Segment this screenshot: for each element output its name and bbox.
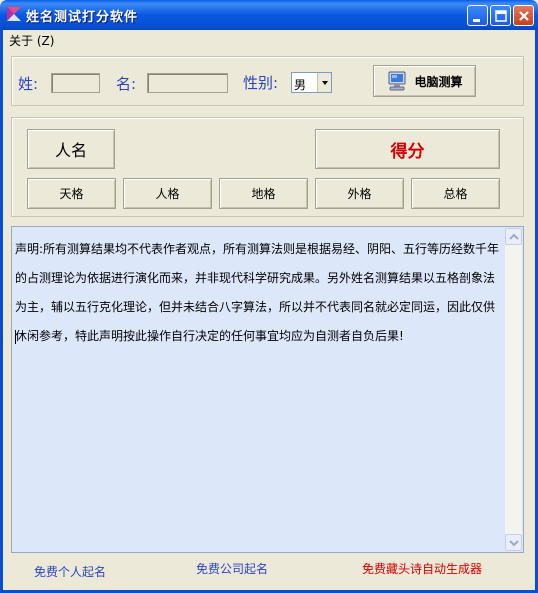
personal-naming-link[interactable]: 免费个人起名 — [34, 563, 106, 580]
name-display: 人名 — [27, 129, 115, 169]
calculate-button-label: 电脑测算 — [414, 74, 463, 89]
menu-about[interactable]: 关于 (Z) — [9, 32, 54, 49]
gender-value: 男 — [294, 78, 307, 92]
close-icon — [519, 11, 529, 21]
window-title: 姓名测试打分软件 — [26, 10, 139, 25]
app-icon — [7, 7, 21, 21]
company-naming-link[interactable]: 免费公司起名 — [196, 560, 268, 577]
score-display: 得分 — [315, 129, 500, 169]
calculate-button[interactable]: 电脑测算 — [373, 65, 476, 97]
disclaimer-text: 声明:所有测算结果均不代表作者观点，所有测算法则是根据易经、阴阳、五行等历经数千… — [15, 242, 500, 343]
chevron-down-icon[interactable] — [317, 73, 331, 92]
computer-icon — [388, 71, 406, 91]
gender-select[interactable]: 男 — [291, 72, 332, 93]
text-caret — [15, 330, 16, 344]
waige-button[interactable]: 外格 — [315, 178, 404, 209]
scroll-up-button[interactable] — [505, 228, 522, 245]
given-name-field[interactable] — [147, 73, 228, 93]
dige-button[interactable]: 地格 — [219, 178, 308, 209]
close-button[interactable] — [513, 5, 534, 26]
scroll-down-button[interactable] — [505, 534, 522, 551]
vertical-scrollbar[interactable] — [505, 228, 522, 551]
zongge-button[interactable]: 总格 — [411, 178, 500, 209]
surname-label: 姓: — [18, 75, 39, 93]
surname-field[interactable] — [51, 73, 100, 93]
maximize-icon — [495, 10, 507, 22]
title-bar: 姓名测试打分软件 — [0, 0, 538, 30]
minimize-icon — [473, 19, 480, 22]
acrostic-poem-link[interactable]: 免费藏头诗自动生成器 — [362, 560, 482, 577]
chevron-down-icon — [509, 540, 519, 547]
minimize-button[interactable] — [467, 5, 488, 26]
menu-bar: 关于 (Z) — [3, 30, 535, 48]
renge-button[interactable]: 人格 — [123, 178, 212, 209]
gender-label: 性别: — [243, 74, 279, 92]
maximize-button[interactable] — [490, 5, 511, 26]
given-name-label: 名: — [116, 75, 137, 93]
tiange-button[interactable]: 天格 — [27, 178, 116, 209]
chevron-up-icon — [509, 233, 519, 240]
disclaimer-textarea[interactable]: 声明:所有测算结果均不代表作者观点，所有测算法则是根据易经、阴阳、五行等历经数千… — [11, 226, 524, 553]
